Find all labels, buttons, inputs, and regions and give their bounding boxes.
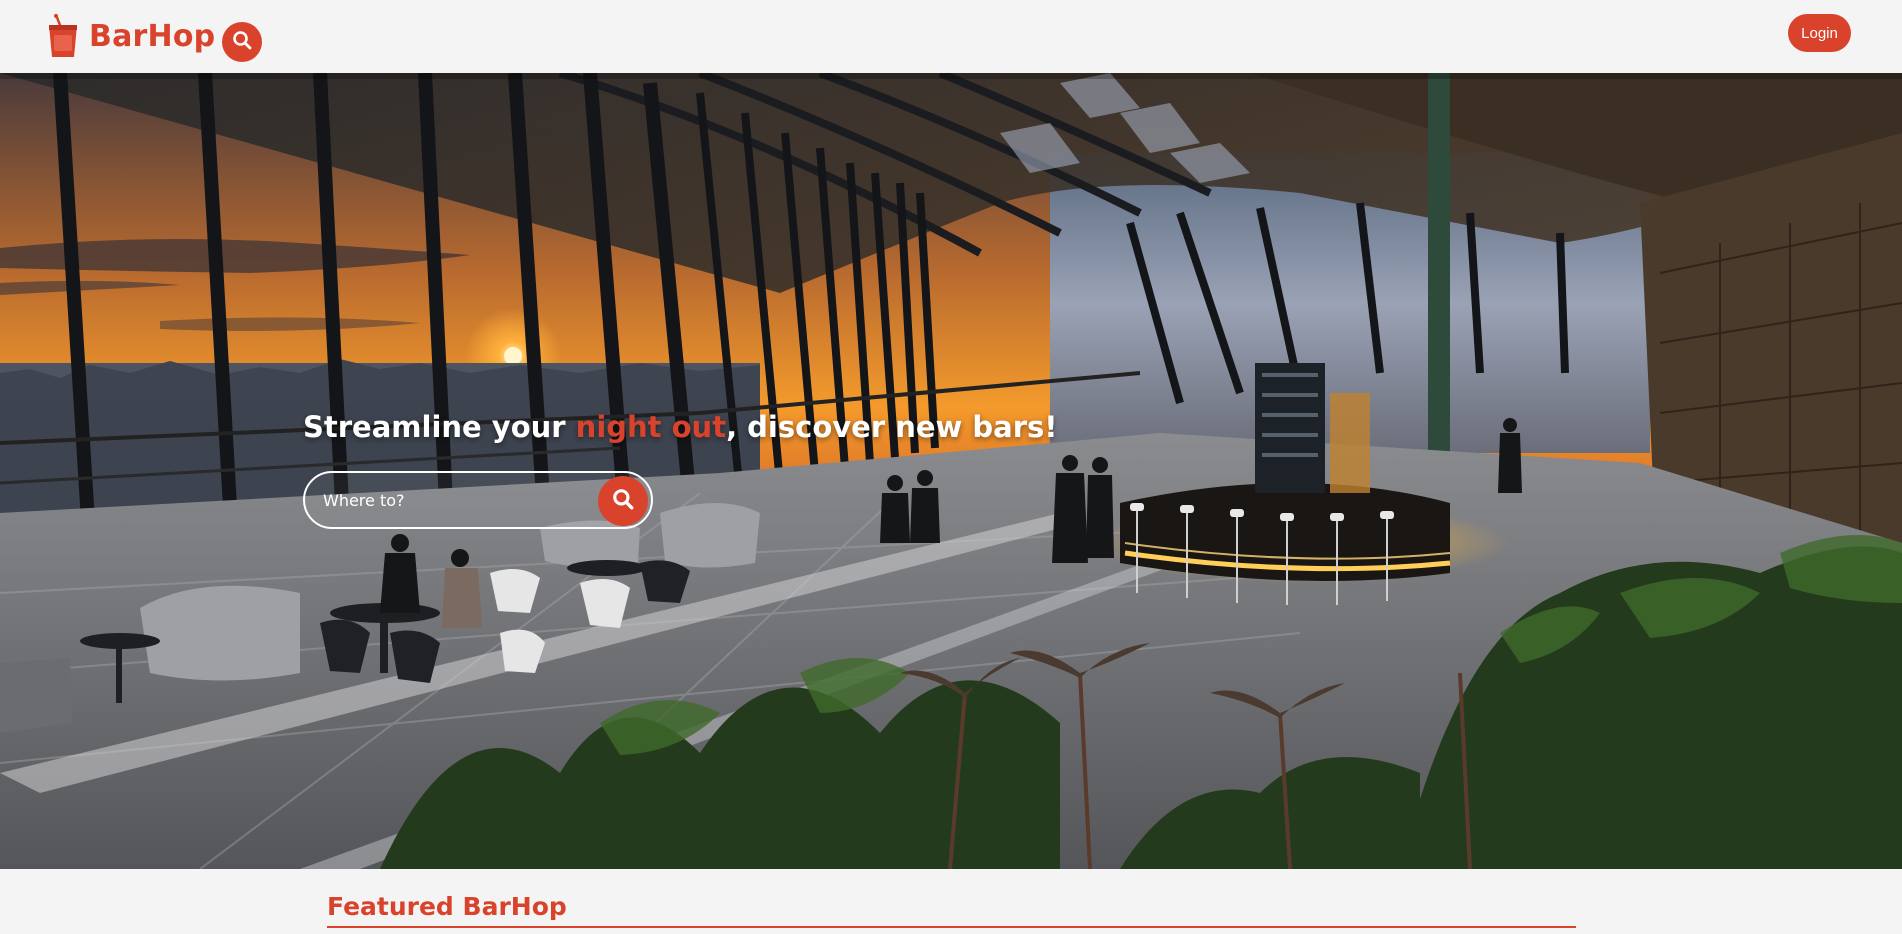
header-search-button[interactable] [222,22,262,62]
cup-icon [46,13,80,59]
hero-banner: Streamline your night out, discover new … [0,73,1902,869]
hero-headline-accent: night out [575,410,727,444]
hero-headline-start: Streamline your [303,410,576,444]
search-icon [232,30,252,54]
brand-name: BarHop [89,18,216,54]
top-navbar: BarHop Login [0,0,1902,73]
login-button[interactable]: Login [1788,14,1851,52]
brand-logo-link[interactable]: BarHop [46,12,215,60]
destination-search-input[interactable] [323,473,583,527]
hero-search-button[interactable] [598,476,648,526]
featured-divider [327,926,1576,928]
hero-search-bar [303,471,653,529]
hero-headline: Streamline your night out, discover new … [303,410,1058,444]
hero-background-image [0,73,1902,869]
hero-headline-end: , discover new bars! [726,410,1058,444]
featured-section-title: Featured BarHop [327,892,567,921]
search-icon [612,488,634,514]
